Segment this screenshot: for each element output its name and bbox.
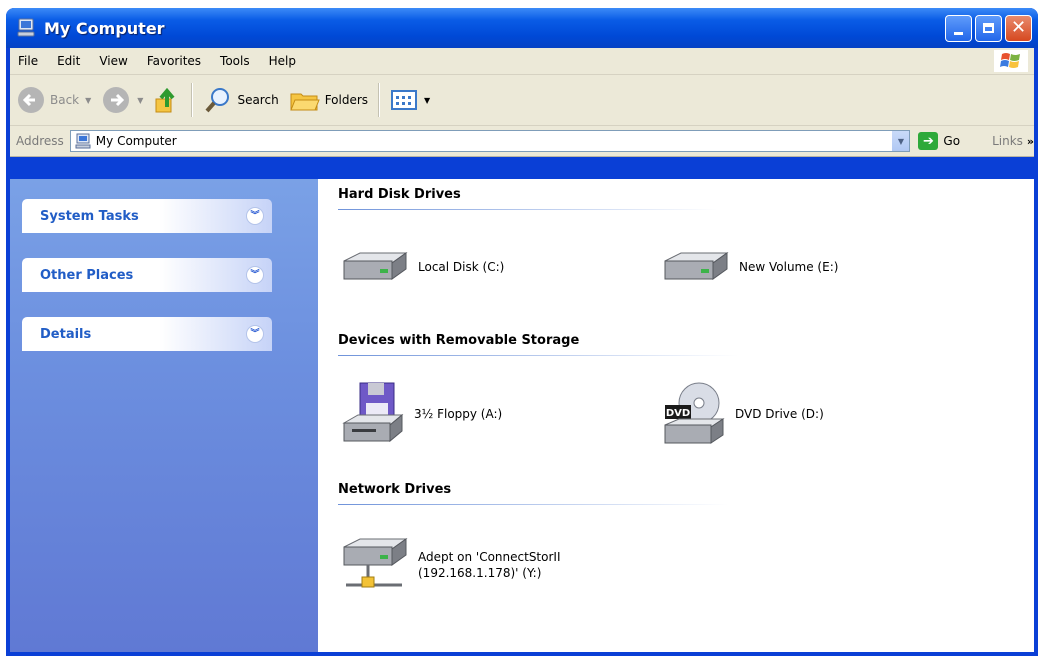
menu-edit[interactable]: Edit — [57, 54, 80, 68]
drive-item-y[interactable]: Adept on 'ConnectStorII (192.168.1.178)' … — [340, 535, 561, 595]
up-folder-icon — [155, 87, 175, 113]
forward-button[interactable]: ▼ — [101, 85, 143, 115]
search-icon — [205, 88, 230, 113]
menu-file[interactable]: File — [18, 54, 38, 68]
address-value: My Computer — [95, 134, 177, 148]
folders-label: Folders — [324, 93, 369, 107]
menu-help[interactable]: Help — [269, 54, 296, 68]
section-header-removable: Devices with Removable Storage — [338, 333, 580, 348]
toolbar-separator — [191, 83, 194, 117]
windows-logo-icon — [994, 50, 1028, 72]
drive-label: DVD Drive (D:) — [735, 406, 824, 421]
drive-list: Hard Disk Drives Local Disk (C:) New Vol… — [318, 179, 1034, 652]
system-tasks-header[interactable]: System Tasks ︾ — [22, 199, 272, 233]
drive-item-d[interactable]: DVD DVD Drive (D:) — [661, 379, 824, 449]
back-dropdown-icon[interactable]: ▼ — [85, 96, 91, 105]
floppy-drive-icon — [342, 382, 404, 443]
expand-chevron-icon[interactable]: ︾ — [246, 207, 264, 225]
main-area: System Tasks ︾ Other Places ︾ Details ︾ … — [10, 179, 1034, 652]
folders-button[interactable]: Folders — [289, 86, 368, 114]
maximize-icon — [983, 23, 994, 33]
toolbar-separator — [378, 83, 381, 117]
address-bar: Address My Computer ▼ ➔ Go Links» — [10, 126, 1034, 157]
drive-item-a[interactable]: 3½ Floppy (A:) — [340, 379, 502, 449]
dvd-drive-icon: DVD — [664, 382, 725, 444]
drive-label: Adept on 'ConnectStorII (192.168.1.178)' … — [418, 549, 561, 581]
drive-item-c[interactable]: Local Disk (C:) — [340, 249, 504, 285]
forward-arrow-icon — [103, 87, 130, 113]
task-pane: System Tasks ︾ Other Places ︾ Details ︾ — [10, 179, 318, 652]
search-button[interactable]: Search — [203, 85, 279, 115]
task-group-title: Details — [40, 326, 92, 342]
details-header[interactable]: Details ︾ — [22, 317, 272, 351]
up-button[interactable] — [153, 85, 181, 115]
expand-chevron-icon[interactable]: ︾ — [246, 325, 264, 343]
drive-item-e[interactable]: New Volume (E:) — [661, 249, 838, 285]
drive-label-line2: (192.168.1.178)' (Y:) — [418, 566, 542, 580]
minimize-button[interactable] — [945, 14, 972, 42]
drive-label: New Volume (E:) — [739, 259, 839, 274]
links-label: Links — [992, 134, 1023, 148]
hard-drive-icon — [343, 252, 408, 280]
links-button[interactable]: Links» — [992, 134, 1034, 148]
search-label: Search — [237, 93, 279, 107]
go-button[interactable]: ➔ Go — [918, 132, 960, 150]
address-dropdown-icon[interactable]: ▼ — [892, 131, 910, 151]
address-label: Address — [16, 134, 64, 148]
drive-label-line1: Adept on 'ConnectStorII — [418, 549, 561, 564]
task-group-title: System Tasks — [40, 208, 139, 224]
views-button[interactable]: ▼ — [390, 88, 430, 112]
go-arrow-icon: ➔ — [918, 132, 939, 150]
section-header-network: Network Drives — [338, 482, 452, 497]
links-chevron-icon: » — [1026, 135, 1034, 148]
close-icon: ✕ — [1010, 17, 1027, 38]
minimize-icon — [954, 31, 963, 35]
title-bar[interactable]: My Computer ✕ — [6, 8, 1038, 48]
menu-view[interactable]: View — [99, 54, 127, 68]
my-computer-icon — [17, 18, 35, 37]
folders-icon — [289, 93, 320, 111]
close-button[interactable]: ✕ — [1005, 14, 1032, 42]
back-label: Back — [50, 93, 80, 107]
network-drive-icon — [343, 538, 408, 588]
maximize-button[interactable] — [975, 14, 1002, 42]
standard-toolbar: Back ▼ ▼ Search Folders ▼ — [10, 75, 1034, 126]
drive-label: Local Disk (C:) — [418, 259, 505, 274]
forward-dropdown-icon[interactable]: ▼ — [137, 96, 143, 105]
views-dropdown-icon[interactable]: ▼ — [424, 96, 430, 105]
section-header-hard-disks: Hard Disk Drives — [338, 187, 461, 202]
svg-text:DVD: DVD — [666, 408, 690, 419]
go-label: Go — [943, 134, 961, 148]
views-icon — [391, 90, 418, 110]
back-button[interactable]: Back ▼ — [16, 85, 91, 115]
menu-tools[interactable]: Tools — [220, 54, 250, 68]
hard-drive-icon — [664, 252, 729, 280]
address-input[interactable]: My Computer ▼ — [69, 130, 911, 152]
section-divider — [338, 209, 718, 210]
task-group-title: Other Places — [40, 267, 134, 283]
section-divider — [338, 355, 738, 356]
other-places-header[interactable]: Other Places ︾ — [22, 258, 272, 292]
menu-bar: File Edit View Favorites Tools Help — [10, 48, 1034, 75]
drive-label: 3½ Floppy (A:) — [414, 406, 503, 421]
menu-favorites[interactable]: Favorites — [147, 54, 201, 68]
my-computer-small-icon — [75, 133, 91, 149]
window-title: My Computer — [44, 18, 165, 38]
explorer-window: My Computer ✕ File Edit View Favorites T… — [6, 8, 1038, 656]
section-divider — [338, 504, 728, 505]
expand-chevron-icon[interactable]: ︾ — [246, 266, 264, 284]
back-arrow-icon — [18, 87, 44, 113]
